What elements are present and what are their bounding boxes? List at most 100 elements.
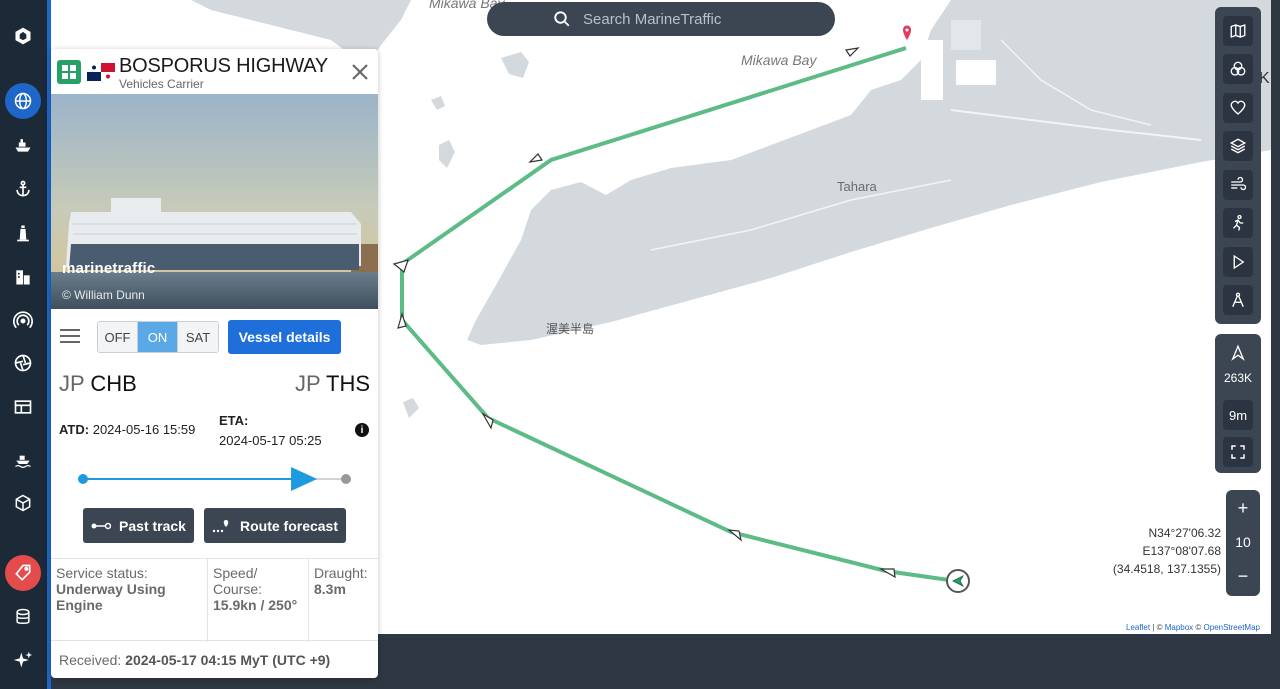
- vessel-type: Vehicles Carrier: [119, 77, 204, 91]
- person-run-icon[interactable]: [1223, 208, 1253, 238]
- past-track-label: Past track: [119, 517, 186, 534]
- map-label-mikawa-bay: Mikawa Bay: [741, 52, 817, 68]
- attribution-separator: ©: [1193, 623, 1204, 632]
- map-attribution: Leaflet | © Mapbox © OpenStreetMap: [1123, 623, 1263, 632]
- globe-icon[interactable]: [5, 83, 41, 119]
- route-arrow: [528, 153, 544, 163]
- photo-credit: © William Dunn: [62, 288, 145, 302]
- cube-icon[interactable]: [5, 485, 41, 521]
- fullscreen-icon[interactable]: [1223, 437, 1253, 467]
- toggle-on[interactable]: ON: [138, 322, 178, 352]
- atd: ATD: 2024-05-16 15:59: [59, 422, 195, 437]
- database-icon[interactable]: [5, 599, 41, 635]
- zoom-in-button[interactable]: +: [1226, 498, 1260, 519]
- past-track-button[interactable]: Past track: [83, 508, 194, 543]
- received-value: 2024-05-17 04:15 MyT (UTC +9): [125, 652, 331, 668]
- time-filter-button[interactable]: 9m: [1223, 400, 1253, 430]
- route-arrow: [727, 529, 742, 542]
- service-status-value: Underway Using Engine: [56, 581, 166, 613]
- map-icon[interactable]: [1223, 16, 1253, 46]
- map-label-tahara: Tahara: [837, 179, 877, 194]
- lighthouse-icon[interactable]: [5, 215, 41, 251]
- atd-label: ATD:: [59, 422, 90, 437]
- sparkle-icon[interactable]: [5, 642, 41, 678]
- service-status: Service status: Underway Using Engine: [51, 559, 207, 642]
- compass-measure-icon[interactable]: [1223, 285, 1253, 315]
- mapbox-link[interactable]: Mapbox: [1165, 623, 1193, 632]
- vessel-arrow-icon: [952, 575, 965, 587]
- departure-code: CHB: [90, 371, 137, 396]
- destination-pin[interactable]: [903, 25, 911, 41]
- north-arrow-icon[interactable]: [1223, 338, 1253, 368]
- arrival-country: JP: [295, 371, 321, 396]
- panama-flag-icon: [87, 63, 115, 81]
- play-icon[interactable]: [1223, 247, 1253, 277]
- draught: Draught: 8.3m: [308, 559, 378, 642]
- longitude: E137°08'07.68: [1142, 544, 1222, 558]
- zoom-level: 10: [1235, 534, 1251, 550]
- vehicles-carrier-icon: [57, 60, 81, 84]
- aperture-icon[interactable]: [5, 345, 41, 381]
- vessel-marker[interactable]: [946, 569, 970, 593]
- layers-icon[interactable]: [1223, 131, 1253, 161]
- speed-course-value: 15.9kn / 250°: [213, 597, 298, 613]
- track-dots-icon: [91, 522, 112, 529]
- vessel-name: BOSPORUS HIGHWAY: [119, 55, 329, 77]
- progress-start-dot: [78, 474, 88, 484]
- route-arrow: [844, 47, 860, 57]
- speed-course: Speed/ Course: 15.9kn / 250°: [207, 559, 308, 642]
- heart-icon[interactable]: [1223, 93, 1253, 123]
- info-icon[interactable]: i: [355, 423, 369, 437]
- service-status-label: Service status:: [56, 565, 148, 581]
- voyage-progress-bar: [78, 467, 351, 491]
- eta-label: ETA:: [219, 413, 249, 428]
- route-arrow: [878, 568, 896, 579]
- buildings-icon[interactable]: [5, 259, 41, 295]
- map-scale: 263K: [1223, 371, 1253, 385]
- menu-icon[interactable]: [60, 329, 80, 343]
- zoom-control: + 10 −: [1226, 490, 1260, 596]
- leaflet-link[interactable]: Leaflet: [1126, 623, 1150, 632]
- speed-course-label: Speed/ Course:: [213, 565, 263, 597]
- toggle-sat[interactable]: SAT: [178, 322, 218, 352]
- atd-value: 2024-05-16 15:59: [92, 422, 196, 437]
- eta: ETA: 2024-05-17 05:25: [219, 411, 322, 451]
- search-icon: [554, 11, 570, 27]
- filter-icon[interactable]: [1223, 54, 1253, 84]
- toggle-off[interactable]: OFF: [98, 322, 138, 352]
- anchor-icon[interactable]: [5, 171, 41, 207]
- signal-icon[interactable]: [5, 303, 41, 339]
- cursor-coordinates: N34°27'06.32 E137°08'07.68 (34.4518, 137…: [1091, 524, 1221, 578]
- ship-wave-icon[interactable]: [5, 441, 41, 477]
- search-bar[interactable]: Search MarineTraffic: [487, 2, 835, 36]
- track-toggle: OFF ON SAT: [97, 321, 219, 353]
- ship-icon[interactable]: [5, 127, 41, 163]
- received-label: Received:: [59, 652, 122, 668]
- route-forecast-button[interactable]: Route forecast: [204, 508, 346, 543]
- draught-label: Draught:: [314, 565, 368, 581]
- tag-icon[interactable]: [5, 555, 41, 591]
- zoom-out-button[interactable]: −: [1226, 566, 1260, 587]
- vessel-header: BOSPORUS HIGHWAY Vehicles Carrier: [51, 49, 378, 94]
- map-view-toolbar: 263K 9m: [1215, 334, 1261, 473]
- arrival-port[interactable]: JP THS: [295, 371, 370, 397]
- map-layers-toolbar: [1215, 7, 1261, 324]
- route-arrow: [392, 259, 409, 274]
- progress-vessel-arrow: [291, 467, 318, 491]
- progress-end-dot: [341, 474, 351, 484]
- wind-icon[interactable]: [1223, 170, 1253, 200]
- vessel-photo[interactable]: marinetraffic © William Dunn: [51, 94, 378, 309]
- received-time: Received: 2024-05-17 04:15 MyT (UTC +9): [59, 652, 330, 668]
- osm-link[interactable]: OpenStreetMap: [1204, 623, 1260, 632]
- map-label-atsumi: 渥美半島: [546, 322, 595, 336]
- photo-watermark: marinetraffic: [62, 260, 156, 277]
- table-icon[interactable]: [5, 389, 41, 425]
- close-icon[interactable]: [349, 61, 371, 83]
- vessel-panel: BOSPORUS HIGHWAY Vehicles Carrier marine…: [51, 49, 378, 678]
- vessel-details-button[interactable]: Vessel details: [228, 320, 341, 354]
- voyage-ports: JP CHB JP THS: [59, 371, 370, 401]
- departure-port[interactable]: JP CHB: [59, 371, 137, 397]
- decimal-coordinates: (34.4518, 137.1355): [1112, 562, 1221, 576]
- logo-icon[interactable]: [5, 18, 41, 54]
- latitude: N34°27'06.32: [1148, 526, 1221, 540]
